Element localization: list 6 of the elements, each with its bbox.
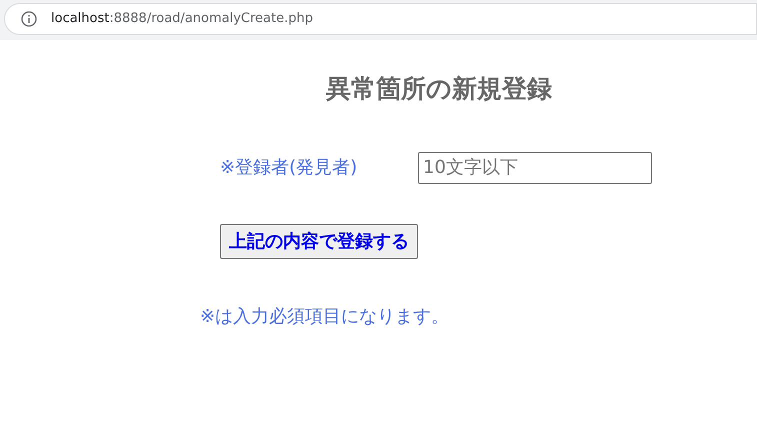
page-title: 異常箇所の新規登録 — [326, 73, 553, 105]
field-label: ※登録者(発見者) — [220, 156, 358, 180]
registrant-input[interactable]: 10文字以下 — [418, 152, 652, 184]
required-note: ※は入力必須項目になります。 — [200, 304, 450, 328]
register-button[interactable]: 上記の内容で登録する — [220, 224, 418, 258]
info-icon[interactable] — [21, 11, 37, 27]
